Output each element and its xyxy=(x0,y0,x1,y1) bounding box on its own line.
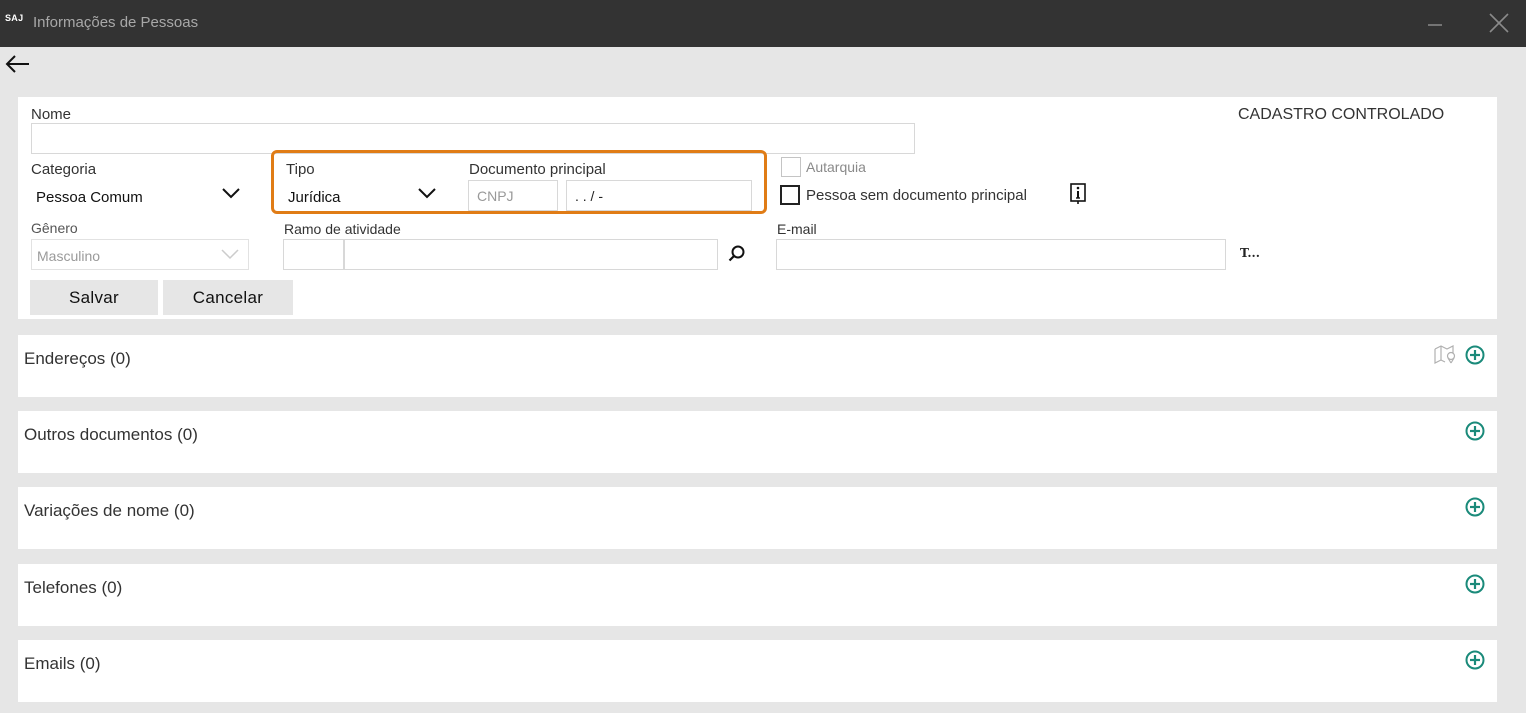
genero-select[interactable]: Masculino xyxy=(31,239,249,270)
plus-circle-icon[interactable] xyxy=(1465,650,1485,670)
section-variacoes-nome: Variações de nome (0) xyxy=(18,487,1497,549)
section-title: Emails (0) xyxy=(24,654,101,673)
navigation-bar xyxy=(0,47,1526,82)
plus-circle-icon[interactable] xyxy=(1465,574,1485,594)
tipo-select[interactable]: Jurídica xyxy=(283,179,445,210)
section-title: Variações de nome (0) xyxy=(24,501,195,520)
email-input[interactable] xyxy=(776,239,1226,270)
window-titlebar: SAJ Informações de Pessoas xyxy=(0,0,1526,47)
categoria-value: Pessoa Comum xyxy=(36,189,143,206)
sem-documento-label: Pessoa sem documento principal xyxy=(806,187,1027,204)
cancel-button[interactable]: Cancelar xyxy=(163,280,293,315)
window-title: Informações de Pessoas xyxy=(33,14,199,31)
minimize-icon[interactable] xyxy=(1420,8,1450,38)
arrow-left-icon[interactable] xyxy=(4,53,32,75)
section-title: Telefones (0) xyxy=(24,578,123,597)
app-logo: SAJ xyxy=(5,13,24,23)
ramo-label: Ramo de atividade xyxy=(284,221,401,237)
categoria-select[interactable]: Pessoa Comum xyxy=(31,179,249,210)
plus-circle-icon[interactable] xyxy=(1465,421,1485,441)
documento-label: Documento principal xyxy=(469,161,606,178)
section-enderecos: Endereços (0) xyxy=(18,335,1497,397)
close-icon[interactable] xyxy=(1484,8,1514,38)
autarquia-label: Autarquia xyxy=(806,159,866,175)
email-label: E-mail xyxy=(777,221,817,237)
tipo-value: Jurídica xyxy=(288,189,341,206)
section-outros-documentos: Outros documentos (0) xyxy=(18,411,1497,473)
chevron-down-icon xyxy=(221,186,241,200)
sem-documento-checkbox[interactable] xyxy=(780,185,800,205)
tipo-label: Tipo xyxy=(286,161,315,178)
nome-input[interactable] xyxy=(31,123,915,154)
ramo-code-input[interactable] xyxy=(283,239,344,270)
genero-label: Gênero xyxy=(31,220,78,236)
info-icon[interactable] xyxy=(1069,183,1087,205)
documento-tipo-field: CNPJ xyxy=(468,180,558,211)
chevron-down-icon xyxy=(220,247,240,261)
plus-circle-icon[interactable] xyxy=(1465,345,1485,365)
ramo-description-input[interactable] xyxy=(344,239,718,270)
plus-circle-icon[interactable] xyxy=(1465,497,1485,517)
email-suffix[interactable]: T... xyxy=(1240,246,1260,260)
nome-label: Nome xyxy=(31,106,72,123)
section-title: Outros documentos (0) xyxy=(24,425,198,444)
cnpj-input[interactable]: . . / - xyxy=(566,180,752,211)
cadastro-status: CADASTRO CONTROLADO xyxy=(1238,106,1445,123)
genero-value: Masculino xyxy=(37,248,101,264)
section-title: Endereços (0) xyxy=(24,349,131,368)
section-telefones: Telefones (0) xyxy=(18,564,1497,626)
map-pin-icon[interactable] xyxy=(1433,343,1459,367)
autarquia-checkbox[interactable] xyxy=(781,157,801,177)
save-button[interactable]: Salvar xyxy=(30,280,158,315)
categoria-label: Categoria xyxy=(31,161,97,178)
chevron-down-icon xyxy=(417,186,437,200)
section-emails: Emails (0) xyxy=(18,640,1497,702)
search-icon[interactable] xyxy=(727,244,747,264)
